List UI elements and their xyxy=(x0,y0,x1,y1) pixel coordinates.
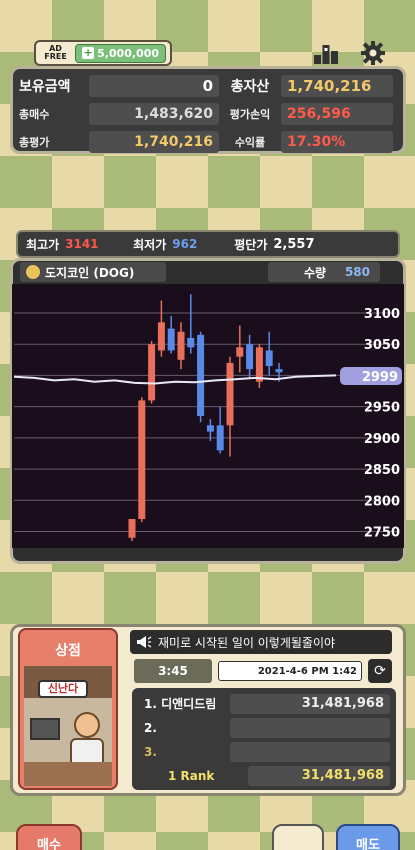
clock-row: 3:45 2021-4-6 PM 1:42 ⟳ xyxy=(134,658,392,684)
ranking-row: 3. xyxy=(138,740,390,763)
high-price-value: 3141 xyxy=(65,237,99,251)
buy-button[interactable]: 매수 xyxy=(16,824,82,850)
shop-title: 상점 xyxy=(55,643,81,659)
dogecoin-icon xyxy=(26,265,40,279)
ranking-row: 2. xyxy=(138,716,390,739)
my-rank-row: 1 Rank 31,481,968 xyxy=(138,764,390,787)
candle-body xyxy=(128,519,136,538)
asset-panel: 보유금액 0 총자산 1,740,216 총매수 1,483,620 평가손익 … xyxy=(10,66,406,154)
rank-name: 2. xyxy=(144,720,157,735)
candle-body xyxy=(197,334,205,416)
low-price-label: 최저가 xyxy=(133,237,167,252)
adfree-price: + 5,000,000 xyxy=(75,43,166,63)
total-buy-value: 1,483,620 xyxy=(89,103,219,125)
coin-name: 도지코인 (DOG) xyxy=(45,265,135,280)
avg-price-label: 평단가 xyxy=(234,237,268,252)
chart-background xyxy=(12,284,404,548)
candle-body xyxy=(255,347,263,382)
quantity-label: 수량 xyxy=(304,265,327,280)
shop-sign: 신난다 xyxy=(38,680,88,698)
megaphone-icon xyxy=(137,636,152,648)
ad-free-button[interactable]: AD FREE + 5,000,000 xyxy=(34,40,172,66)
y-tick-label: 2900 xyxy=(364,432,400,447)
return-rate-label: 수익률 xyxy=(234,136,266,149)
pnl-label: 평가손익 xyxy=(229,108,271,121)
rank-name: 3. xyxy=(144,744,157,759)
pnl-value: 256,596 xyxy=(281,103,393,125)
info-button[interactable] xyxy=(272,824,324,850)
high-price-label: 최고가 xyxy=(26,237,60,252)
buy-label: 매수 xyxy=(37,838,61,850)
candle-body xyxy=(206,425,214,432)
avg-price-value: 2,557 xyxy=(273,236,315,252)
return-rate-value: 17.30% xyxy=(281,131,393,153)
holding-label: 보유금액 xyxy=(19,79,71,95)
quantity-box: 수량 580 xyxy=(268,262,380,282)
candle-body xyxy=(138,400,146,520)
ranking-row: 1. 디앤디드림 31,481,968 xyxy=(138,692,390,715)
ranking-icon[interactable] xyxy=(312,39,340,67)
sell-button[interactable]: 매도 xyxy=(336,824,400,850)
candle-body xyxy=(157,322,165,351)
candle-body xyxy=(265,350,273,367)
shop-illustration: 신난다 xyxy=(24,666,112,786)
y-tick-label: 2850 xyxy=(364,463,400,478)
news-text: 재미로 시작된 일이 이렇게될줄이야 xyxy=(158,635,336,650)
candle-body xyxy=(275,369,283,373)
rank-value xyxy=(230,741,390,762)
rank-name: 1. 디앤디드림 xyxy=(144,697,217,711)
refresh-icon[interactable]: ⟳ xyxy=(368,659,392,683)
rank-value: 31,481,968 xyxy=(230,693,390,714)
low-price-value: 962 xyxy=(172,237,198,251)
candlestick-chart: 310030503000295029002850280027502999 xyxy=(12,284,404,548)
quantity-value: 580 xyxy=(344,265,370,279)
sell-label: 매도 xyxy=(356,838,380,850)
timer: 3:45 xyxy=(134,659,212,683)
candle-body xyxy=(236,347,244,357)
candle-body xyxy=(216,425,224,451)
shop-button[interactable]: 상점 신난다 xyxy=(18,628,118,790)
total-buy-label: 총매수 xyxy=(19,108,50,121)
total-assets-value: 1,740,216 xyxy=(281,75,393,97)
settings-gear-icon[interactable] xyxy=(359,39,387,67)
y-tick-label: 2950 xyxy=(364,401,400,416)
candle-body xyxy=(226,362,234,426)
candle-body xyxy=(187,337,195,348)
total-assets-label: 총자산 xyxy=(230,79,270,95)
ad-free-logo: AD FREE xyxy=(40,45,71,61)
game-date: 2021-4-6 PM 1:42 xyxy=(218,661,362,681)
y-tick-label: 3050 xyxy=(364,338,400,353)
coin-selector[interactable]: 도지코인 (DOG) xyxy=(20,262,166,282)
candle-body xyxy=(167,328,175,351)
holding-value: 0 xyxy=(89,75,219,97)
rank-value xyxy=(230,717,390,738)
total-eval-value: 1,740,216 xyxy=(89,131,219,153)
price-stats-bar: 최고가 3141 최저가 962 평단가 2,557 xyxy=(16,230,400,258)
candle-body xyxy=(148,344,156,401)
candle-body xyxy=(177,331,185,360)
news-ticker: 재미로 시작된 일이 이렇게될줄이야 xyxy=(130,630,392,654)
plus-icon: + xyxy=(82,46,95,59)
y-tick-label: 2800 xyxy=(364,494,400,509)
y-tick-label: 2750 xyxy=(364,526,400,541)
current-price-label: 2999 xyxy=(362,370,398,385)
total-eval-label: 총평가 xyxy=(19,136,50,149)
my-rank-label: 1 Rank xyxy=(168,768,215,783)
adfree-price-label: 5,000,000 xyxy=(97,46,159,60)
candle-body xyxy=(246,344,254,370)
y-tick-label: 3100 xyxy=(364,307,400,322)
my-rank-value: 31,481,968 xyxy=(248,765,390,786)
ranking-board: 1. 디앤디드림 31,481,968 2. 3. 1 Rank 31,481,… xyxy=(132,688,396,790)
adfree-line2: FREE xyxy=(44,52,67,61)
